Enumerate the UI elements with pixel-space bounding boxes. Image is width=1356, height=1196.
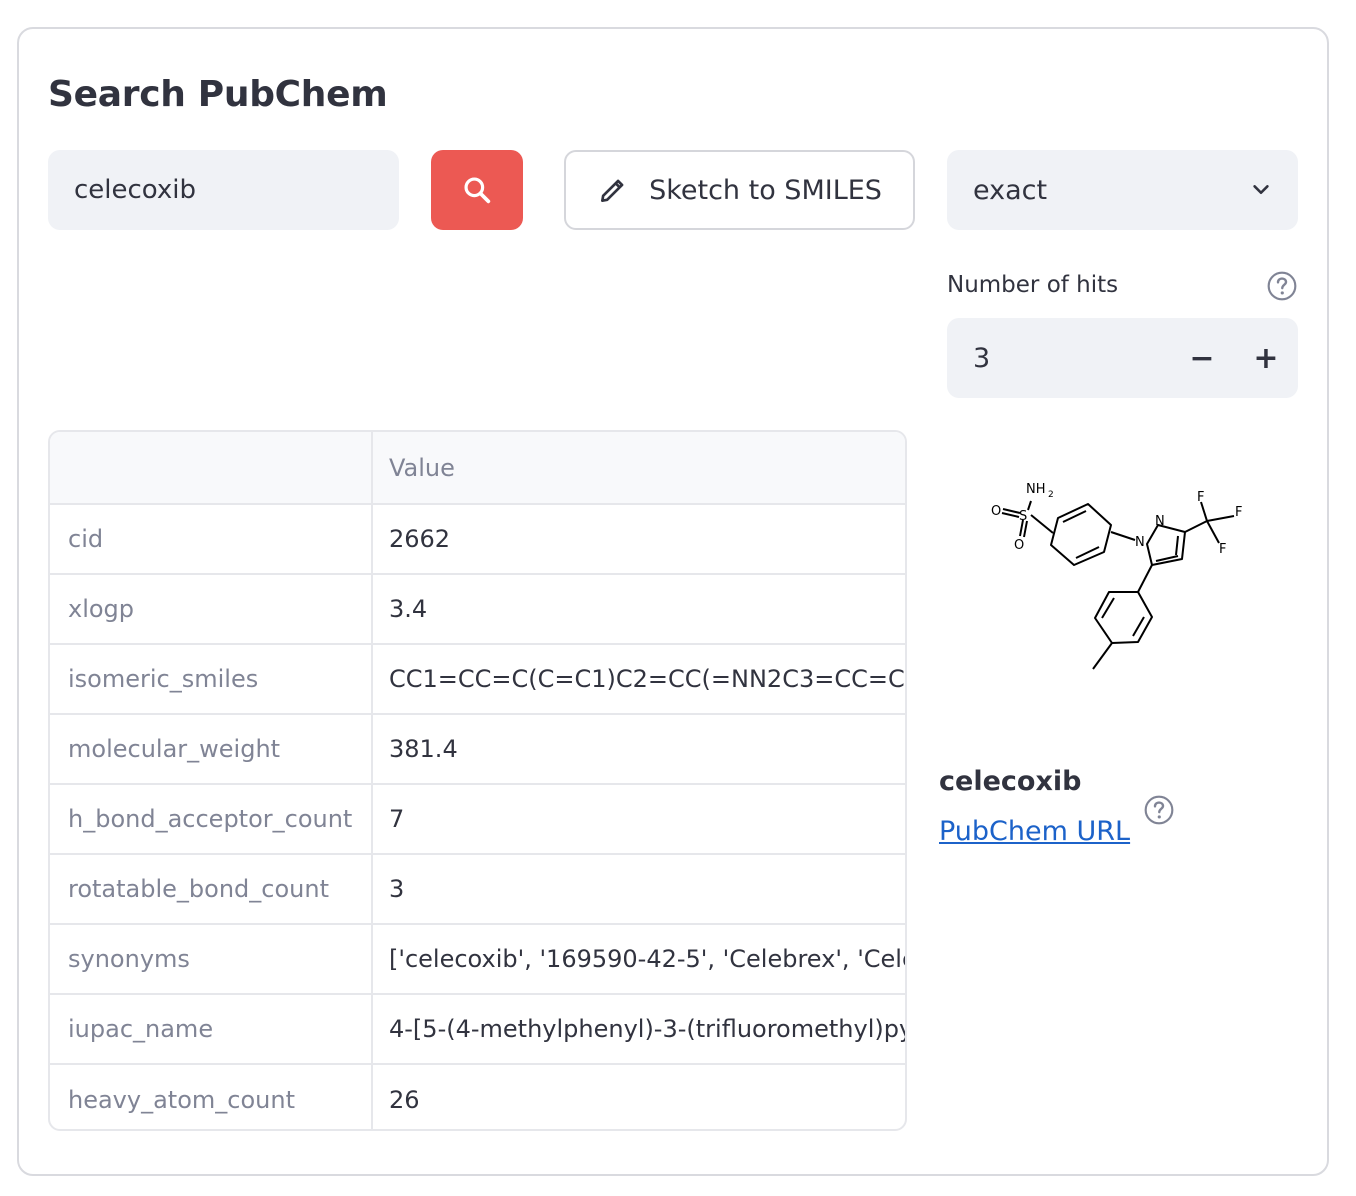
atom-label-nh2: NH [1026, 482, 1046, 497]
column-header-index [50, 432, 373, 505]
search-mode-select[interactable]: exact [947, 150, 1298, 230]
table-row: synonyms ['celecoxib', '169590-42-5', 'Ce… [50, 924, 905, 995]
row-value: 4-[5-(4-methylphenyl)-3-(trifluoromethyl… [372, 994, 905, 1065]
row-key: cid [50, 504, 373, 575]
row-value: 3 [372, 854, 905, 925]
atom-label-s: S [1019, 509, 1027, 524]
hits-label: Number of hits [947, 272, 1119, 298]
table-row: iupac_name 4-[5-(4-methylphenyl)-3-(trifl… [50, 994, 905, 1065]
row-value: 7 [372, 784, 905, 855]
row-value: ['celecoxib', '169590-42-5', 'Celebrex',… [372, 924, 905, 995]
row-key: molecular_weight [50, 714, 373, 785]
search-button[interactable] [431, 150, 523, 230]
row-value: 2662 [372, 504, 905, 575]
increment-button[interactable]: + [1234, 318, 1298, 398]
atom-label-subscript: 2 [1048, 490, 1054, 500]
table-header-row: Value [50, 432, 905, 505]
table-row: xlogp 3.4 [50, 574, 905, 645]
row-key: h_bond_acceptor_count [50, 784, 373, 855]
table-row: heavy_atom_count 26 [50, 1064, 905, 1129]
sketch-button-label: Sketch to SMILES [649, 174, 882, 206]
help-icon[interactable] [1266, 270, 1298, 302]
search-input[interactable] [48, 150, 399, 230]
page-title: Search PubChem [48, 74, 388, 115]
atom-label-n2: N [1155, 514, 1165, 529]
row-key: synonyms [50, 924, 373, 995]
table-row: isomeric_smiles CC1=CC=C(C=C1)C2=CC(=NN2C… [50, 644, 905, 715]
atom-label-f1: F [1197, 490, 1204, 505]
compound-name: celecoxib [939, 766, 1082, 797]
atom-label-n1: N [1135, 535, 1145, 550]
search-mode-value: exact [973, 174, 1048, 206]
table-row: cid 2662 [50, 504, 905, 575]
row-key: xlogp [50, 574, 373, 645]
row-key: rotatable_bond_count [50, 854, 373, 925]
table-row: rotatable_bond_count 3 [50, 854, 905, 925]
atom-label-f2: F [1235, 505, 1242, 520]
table-row: h_bond_acceptor_count 7 [50, 784, 905, 855]
hits-stepper[interactable]: 3 − + [947, 318, 1298, 398]
atom-label-o1: O [991, 504, 1001, 519]
hits-value[interactable]: 3 [973, 343, 1170, 374]
row-key: iupac_name [50, 994, 373, 1065]
row-value: 381.4 [372, 714, 905, 785]
table-row: molecular_weight 381.4 [50, 714, 905, 785]
sketch-to-smiles-button[interactable]: Sketch to SMILES [564, 150, 915, 230]
pencil-icon [601, 179, 624, 202]
decrement-button[interactable]: − [1170, 318, 1234, 398]
search-icon [464, 177, 491, 204]
help-icon[interactable] [1143, 794, 1175, 826]
pubchem-url-link[interactable]: PubChem URL [939, 816, 1130, 847]
row-value: 3.4 [372, 574, 905, 645]
row-key: isomeric_smiles [50, 644, 373, 715]
column-header-value: Value [372, 432, 905, 505]
properties-table: Value cid 2662 xlogp 3.4 isomeric_smiles CC… [48, 430, 907, 1131]
row-value: CC1=CC=C(C=C1)C2=CC(=NN2C3=CC=C(C=C3 [372, 644, 905, 715]
atom-label-f3: F [1219, 542, 1226, 557]
row-value: 26 [389, 1085, 420, 1114]
molecule-structure-image: NH 2 S O O N N F F F [991, 482, 1242, 670]
row-key: heavy_atom_count [50, 1064, 373, 1129]
atom-label-o2: O [1014, 538, 1024, 553]
chevron-down-icon [1253, 185, 1269, 195]
